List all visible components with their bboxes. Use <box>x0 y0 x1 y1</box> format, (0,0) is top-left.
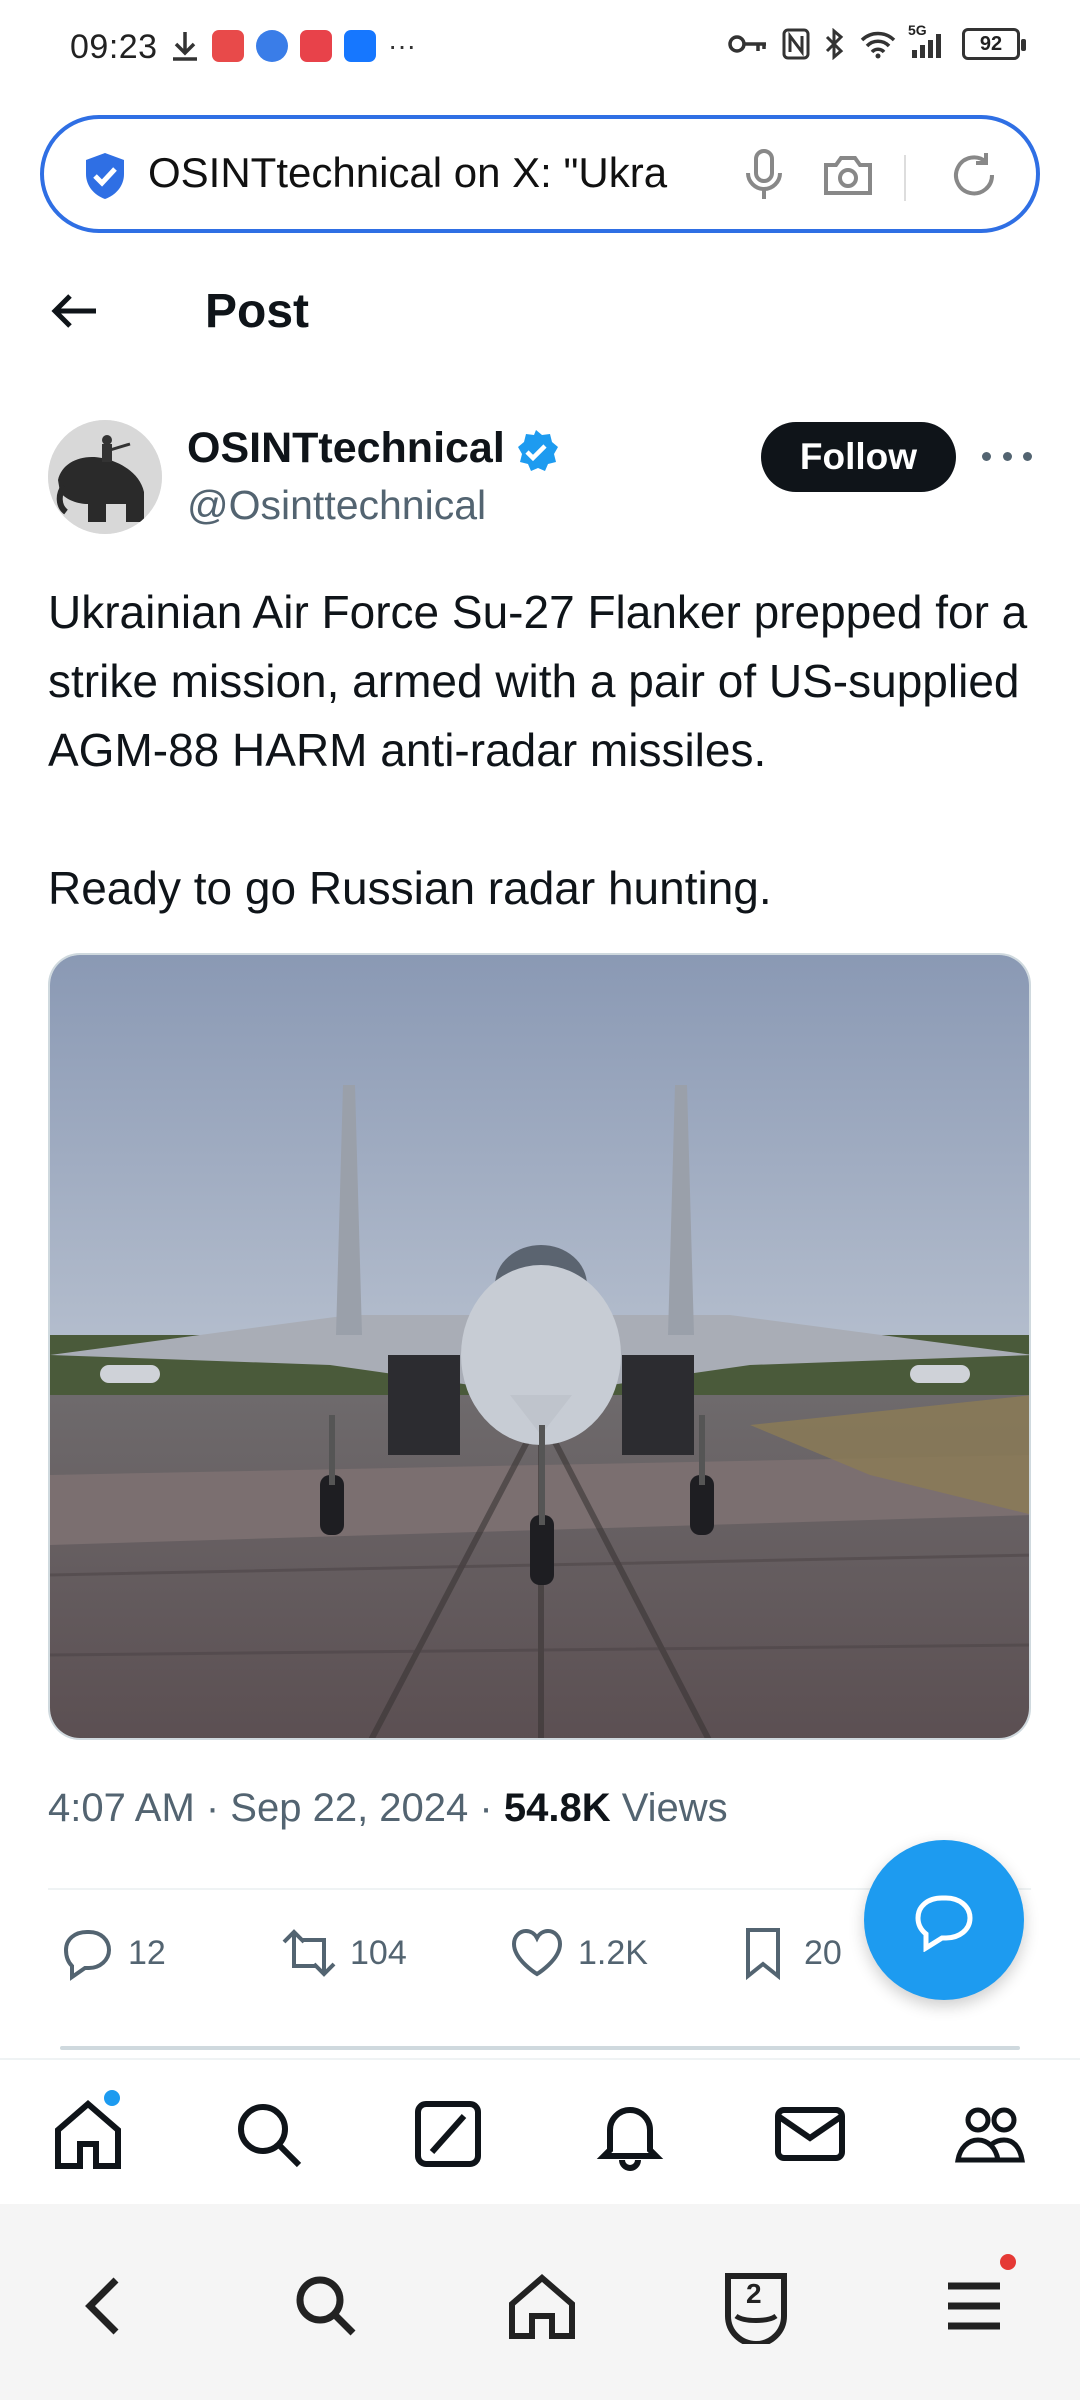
back-arrow-icon[interactable] <box>50 286 100 336</box>
ifly-app-icon <box>256 30 288 62</box>
tabs-button[interactable]: 2 <box>718 2268 794 2347</box>
next-content-edge <box>60 2046 1020 2050</box>
bell-icon[interactable] <box>592 2096 668 2172</box>
avatar[interactable] <box>48 420 162 534</box>
views-count: 54.8K <box>503 1786 611 1830</box>
reply-icon <box>63 1930 112 1981</box>
post-text-paragraph: Ukrainian Air Force Su-27 Flanker preppe… <box>48 586 1028 776</box>
menu-notification-dot <box>1000 2254 1016 2270</box>
more-notifications-icon: ··· <box>388 30 416 61</box>
author-name[interactable]: OSINTtechnical <box>187 424 505 473</box>
address-url-text[interactable]: OSINTtechnical on X: "Ukra <box>148 149 718 197</box>
repost-button[interactable]: 104 <box>280 1924 407 1982</box>
more-options-icon[interactable] <box>982 436 1032 476</box>
home-notification-dot <box>104 2090 120 2106</box>
menu-icon[interactable] <box>936 2268 1012 2344</box>
address-bar[interactable]: OSINTtechnical on X: "Ukra <box>40 115 1040 233</box>
bottom-tab-bar <box>0 2058 1080 2204</box>
chat-bubble-icon <box>915 1895 973 1952</box>
reply-button[interactable]: 12 <box>58 1924 166 1982</box>
like-button[interactable]: 1.2K <box>508 1924 648 1982</box>
bookmark-icon <box>746 1928 780 1981</box>
page-title: Post <box>205 285 310 338</box>
elephant-avatar-image <box>48 420 162 534</box>
microphone-icon[interactable] <box>736 147 792 203</box>
like-count: 1.2K <box>578 1933 648 1972</box>
home-icon[interactable] <box>50 2096 126 2172</box>
mail-icon[interactable] <box>772 2096 848 2172</box>
status-time: 09:23 <box>70 28 158 66</box>
communities-icon[interactable] <box>952 2096 1028 2172</box>
post-text: Ukrainian Air Force Su-27 Flanker preppe… <box>48 578 1048 923</box>
repost-icon <box>282 1929 336 1977</box>
network-type: 5G <box>908 22 927 38</box>
follow-button[interactable]: Follow <box>761 422 956 492</box>
post-timestamp: 4:07 AM · Sep 22, 2024 · 54.8K Views <box>48 1786 728 1831</box>
nfc-icon <box>782 28 810 60</box>
battery-icon: 92 <box>962 28 1026 60</box>
repost-count: 104 <box>350 1933 407 1972</box>
back-icon[interactable] <box>68 2268 144 2344</box>
download-icon <box>173 32 197 61</box>
bluetooth-icon <box>825 28 844 60</box>
reload-icon[interactable] <box>946 147 1002 203</box>
search-icon[interactable] <box>288 2268 364 2344</box>
battery-level: 92 <box>979 32 1003 55</box>
bookmark-button[interactable]: 20 <box>734 1924 842 1982</box>
verified-badge-icon <box>518 430 558 471</box>
compose-reply-fab[interactable] <box>864 1840 1024 2000</box>
camera-icon[interactable] <box>820 147 876 203</box>
fighter-jet-photo <box>50 955 1029 1738</box>
huawei-app-icon <box>212 30 244 62</box>
reply-count: 12 <box>128 1933 166 1972</box>
notification-icons: ··· <box>170 30 416 62</box>
status-right: 5G 92 <box>728 22 1026 60</box>
search-icon[interactable] <box>230 2096 306 2172</box>
grok-icon[interactable] <box>410 2096 486 2172</box>
views-label: Views <box>610 1786 728 1830</box>
app-icon <box>300 30 332 62</box>
post-image[interactable] <box>48 953 1031 1740</box>
post-text-paragraph: Ready to go Russian radar hunting. <box>48 862 772 914</box>
address-separator <box>904 155 906 201</box>
home-icon[interactable] <box>504 2268 580 2344</box>
status-bar: 09:23 ··· 5G 92 <box>0 0 1080 100</box>
timestamp-text: 4:07 AM · Sep 22, 2024 · <box>48 1786 504 1830</box>
alipay-app-icon <box>344 30 376 62</box>
shield-icon <box>86 153 124 199</box>
tab-count: 2 <box>746 2278 762 2309</box>
author-handle[interactable]: @Osinttechnical <box>187 482 486 529</box>
key-icon <box>728 35 766 53</box>
wifi-icon <box>860 31 896 59</box>
signal-indicator: 5G <box>908 22 948 60</box>
bookmark-count: 20 <box>804 1933 842 1972</box>
heart-icon <box>511 1928 563 1977</box>
system-nav-bar: 2 <box>0 2204 1080 2400</box>
